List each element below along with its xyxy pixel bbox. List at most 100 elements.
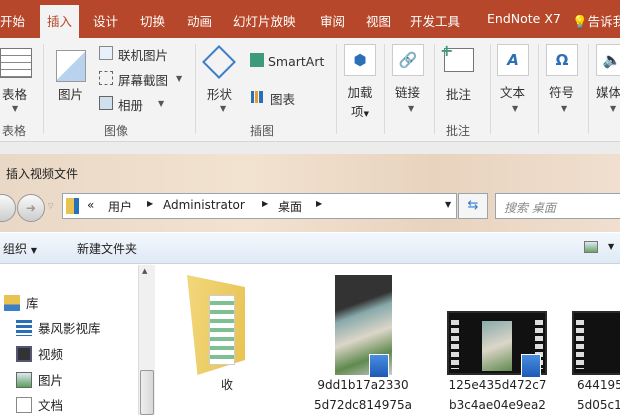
chevron-right-icon[interactable]: ▶ — [316, 199, 322, 208]
ribbon: 表格 ▼ 表格 图片 联机图片 屏幕截图 ▼ 相册 ▼ 图像 形状 ▼ Smar… — [0, 38, 620, 142]
link-button[interactable]: 链接 — [395, 82, 420, 101]
slide-area — [0, 142, 620, 154]
text-button[interactable]: 文本 — [500, 82, 525, 101]
search-input[interactable]: 搜索 桌面 — [495, 193, 620, 219]
shapes-button[interactable]: 形状 — [207, 84, 232, 103]
refresh-button[interactable]: ⇆ — [458, 193, 488, 219]
tell-me[interactable]: 💡告诉我 — [572, 11, 620, 30]
addins-icon: ⬢ — [344, 44, 376, 76]
tab-review[interactable]: 审阅 — [320, 11, 345, 30]
tab-transitions[interactable]: 切换 — [140, 11, 165, 30]
address-bar[interactable]: « 用户 ▶ Administrator ▶ 桌面 ▶ ▼ — [62, 193, 457, 219]
screenshot-button[interactable]: 屏幕截图 — [118, 70, 168, 89]
group-label-illustrations: 插图 — [250, 124, 275, 138]
nav-item-pictures[interactable]: 图片 — [16, 370, 63, 389]
forward-button[interactable]: ➜ — [17, 194, 45, 222]
ribbon-tab-bar: 开始 插入 设计 切换 动画 幻灯片放映 审阅 视图 开发工具 EndNote … — [0, 0, 620, 38]
symbol-icon: Ω — [546, 44, 578, 76]
group-label-tables: 表格 — [2, 124, 27, 138]
smartart-button[interactable]: SmartArt — [268, 54, 324, 69]
address-dropdown[interactable]: ▼ — [445, 200, 451, 209]
table-icon — [0, 48, 32, 78]
chevron-right-icon[interactable]: ▶ — [262, 199, 268, 208]
organize-button[interactable]: 组织 ▼ — [3, 240, 37, 257]
tab-animations[interactable]: 动画 — [187, 11, 212, 30]
picture-icon — [56, 50, 86, 82]
divider — [195, 44, 196, 134]
media-button[interactable]: 媒体 — [596, 82, 620, 101]
scroll-up-arrow[interactable]: ▲ — [142, 267, 147, 275]
dialog-title: 插入视频文件 — [6, 167, 79, 181]
file-name[interactable]: 9dd1b17a2330 5d72dc814975a — [307, 375, 419, 415]
tab-insert[interactable]: 插入 — [40, 5, 80, 38]
file-name[interactable]: 收 — [207, 375, 247, 395]
tab-home[interactable]: 开始 — [0, 11, 25, 30]
comment-icon: + — [440, 41, 474, 72]
video-library-icon — [16, 319, 32, 336]
chevron-down-icon: ▼ — [512, 104, 519, 113]
refresh-icon: ⇆ — [467, 198, 479, 213]
video-thumbnail[interactable] — [572, 311, 620, 375]
view-options-icon[interactable] — [584, 241, 598, 253]
online-picture-icon — [99, 46, 113, 60]
chevron-down-icon: ▼ — [12, 104, 19, 113]
chevron-down-icon: ▼ — [610, 104, 617, 113]
new-folder-button[interactable]: 新建文件夹 — [77, 240, 137, 257]
tab-slideshow[interactable]: 幻灯片放映 — [233, 11, 296, 30]
nav-item-baofeng-library[interactable]: 暴风影视库 — [16, 318, 101, 337]
file-item-folder[interactable] — [187, 275, 247, 375]
file-name[interactable]: 644195 5d05c1 — [577, 375, 620, 415]
folder-location-icon — [66, 198, 79, 214]
file-name[interactable]: 125e435d472c7 b3c4ae04e9ea2 — [440, 375, 555, 415]
breadcrumb-administrator[interactable]: Administrator — [163, 198, 245, 212]
nav-item-documents[interactable]: 文档 — [16, 395, 63, 414]
nav-item-library[interactable]: 库 — [4, 293, 39, 312]
group-label-comments: 批注 — [446, 124, 471, 138]
chevron-down-icon: ▼ — [176, 74, 183, 83]
chevron-right-icon[interactable]: ▶ — [147, 199, 153, 208]
album-button[interactable]: 相册 — [118, 95, 143, 114]
library-icon — [4, 294, 20, 311]
divider — [538, 44, 539, 134]
screenshot-icon — [99, 71, 113, 85]
shapes-icon — [202, 45, 236, 79]
table-button[interactable]: 表格 — [2, 84, 27, 103]
recent-locations-dropdown[interactable]: ▽ — [48, 202, 53, 210]
video-icon — [16, 345, 32, 362]
link-icon: 🔗 — [392, 44, 424, 76]
smartart-icon — [250, 53, 264, 67]
addins-button[interactable]: 加载 项▼ — [344, 82, 376, 120]
nav-item-videos[interactable]: 视频 — [16, 344, 63, 363]
breadcrumb-users[interactable]: 用户 — [108, 198, 132, 215]
back-button[interactable] — [0, 194, 16, 222]
tab-design[interactable]: 设计 — [93, 11, 118, 30]
tab-developer[interactable]: 开发工具 — [410, 11, 460, 30]
online-picture-button[interactable]: 联机图片 — [118, 45, 168, 64]
chevron-down-icon: ▼ — [220, 104, 227, 113]
group-label-images: 图像 — [104, 124, 129, 138]
tab-view[interactable]: 视图 — [366, 11, 391, 30]
lightbulb-icon: 💡 — [572, 14, 588, 29]
text-icon: A — [497, 44, 529, 76]
chart-icon — [251, 91, 263, 103]
tab-endnote[interactable]: EndNote X7 — [487, 11, 561, 26]
comment-button[interactable]: 批注 — [446, 84, 471, 103]
chart-button[interactable]: 图表 — [270, 89, 295, 108]
symbol-button[interactable]: 符号 — [549, 82, 574, 101]
picture-button[interactable]: 图片 — [58, 84, 83, 103]
file-list: 收 9dd1b17a2330 5d72dc814975a 125e435d472c… — [157, 265, 620, 415]
dialog-toolbar: 组织 ▼ 新建文件夹 ▼ — [0, 232, 620, 264]
nav-scrollbar[interactable]: ▲ — [138, 265, 155, 415]
chevron-down-icon: ▼ — [30, 246, 37, 255]
chevron-down-icon: ▼ — [408, 104, 415, 113]
navigation-pane: 库 暴风影视库 视频 图片 文档 — [0, 265, 140, 415]
arrow-right-icon: ➜ — [25, 201, 37, 215]
divider — [588, 44, 589, 134]
divider — [43, 44, 44, 134]
divider — [490, 44, 491, 134]
breadcrumb-overflow[interactable]: « — [87, 198, 94, 212]
scrollbar-thumb[interactable] — [140, 370, 154, 415]
chevron-down-icon: ▼ — [158, 99, 165, 108]
chevron-down-icon[interactable]: ▼ — [608, 242, 614, 251]
breadcrumb-desktop[interactable]: 桌面 — [278, 198, 302, 215]
